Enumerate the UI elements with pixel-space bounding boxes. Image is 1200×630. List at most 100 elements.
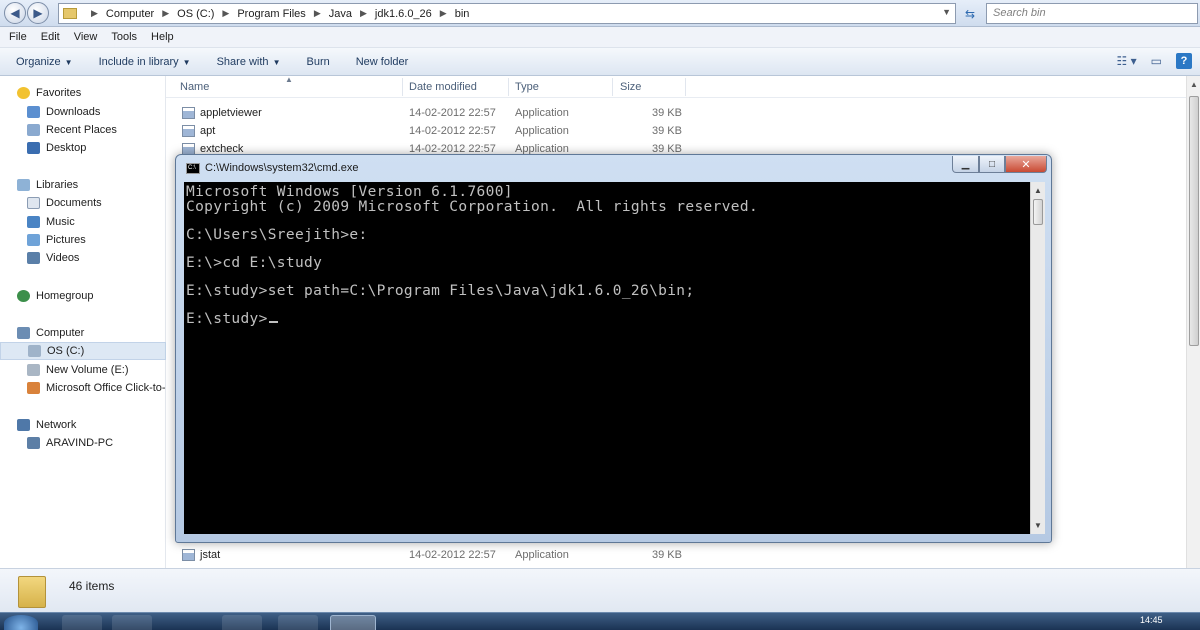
close-button[interactable]: ✕ (1005, 156, 1047, 173)
console-line: E:\study>set path=C:\Program Files\Java\… (186, 283, 695, 299)
nav-new-volume[interactable]: New Volume (E:) (0, 361, 166, 379)
column-size[interactable]: Size (620, 81, 641, 93)
videos-icon (27, 252, 40, 264)
recent-places-icon (27, 124, 40, 136)
breadcrumb-computer[interactable]: Computer (106, 8, 154, 20)
application-icon (182, 549, 195, 561)
breadcrumb-bin[interactable]: bin (455, 8, 470, 20)
file-row[interactable]: apt 14-02-2012 22:57 Application 39 KB (180, 122, 1180, 140)
column-name[interactable]: Name (180, 81, 209, 93)
burn-button[interactable]: Burn (306, 56, 329, 68)
new-folder-button[interactable]: New folder (356, 56, 409, 68)
console-line: Copyright (c) 2009 Microsoft Corporation… (186, 199, 759, 215)
ie-taskbar-icon[interactable] (62, 615, 102, 630)
breadcrumb-program-files[interactable]: Program Files (237, 8, 305, 20)
nav-favorites[interactable]: Favorites (0, 84, 166, 102)
refresh-button[interactable]: ⇆ (960, 4, 980, 23)
scrollbar-thumb[interactable] (1189, 96, 1199, 346)
nav-recent-places[interactable]: Recent Places (0, 121, 166, 139)
explorer-taskbar-icon[interactable] (112, 615, 152, 630)
chevron-right-icon: ▶ (91, 8, 98, 18)
nav-music[interactable]: Music (0, 213, 166, 231)
chevron-down-icon: ▼ (272, 57, 281, 67)
file-row[interactable]: appletviewer 14-02-2012 22:57 Applicatio… (180, 104, 1180, 122)
app-taskbar-icon[interactable] (278, 615, 318, 630)
view-options-icon[interactable]: ☷ ▾ (1117, 54, 1137, 68)
breadcrumb[interactable]: ▶ Computer ▶ OS (C:) ▶ Program Files ▶ J… (58, 3, 956, 24)
cmd-titlebar[interactable]: C:\ C:\Windows\system32\cmd.exe ▁ □ ✕ (176, 155, 1051, 179)
scrollbar-thumb[interactable] (1033, 199, 1043, 225)
breadcrumb-java[interactable]: Java (329, 8, 352, 20)
preview-pane-icon[interactable]: ▭ (1151, 54, 1162, 68)
column-headers: ▲ Name Date modified Type Size (166, 75, 1186, 98)
chevron-right-icon: ▶ (313, 8, 321, 18)
nav-videos[interactable]: Videos (0, 249, 166, 267)
homegroup-icon (17, 290, 30, 302)
nav-desktop[interactable]: Desktop (0, 139, 166, 157)
menu-edit[interactable]: Edit (41, 31, 60, 43)
close-icon: ✕ (1021, 158, 1031, 171)
music-icon (27, 216, 40, 228)
text-cursor (268, 321, 278, 323)
nav-pictures[interactable]: Pictures (0, 231, 166, 249)
nav-homegroup[interactable]: Homegroup (0, 287, 166, 305)
maximize-icon: □ (988, 158, 996, 170)
menu-file[interactable]: File (9, 31, 27, 43)
console-prompt[interactable]: E:\study> (186, 311, 278, 327)
menu-tools[interactable]: Tools (111, 31, 137, 43)
nav-ms-office[interactable]: Microsoft Office Click-to- (0, 379, 166, 397)
maximize-button[interactable]: □ (979, 156, 1005, 173)
libraries-icon (17, 179, 30, 191)
firefox-taskbar-icon[interactable] (222, 615, 262, 630)
chevron-down-icon[interactable]: ▼ (942, 7, 951, 17)
cmd-window: C:\ C:\Windows\system32\cmd.exe ▁ □ ✕ Mi… (175, 154, 1052, 543)
chevron-right-icon: ▶ (162, 8, 170, 18)
menu-help[interactable]: Help (151, 31, 174, 43)
back-button[interactable]: ◀ (4, 2, 26, 24)
star-icon (17, 87, 30, 99)
folder-icon (18, 576, 46, 608)
help-icon[interactable]: ? (1176, 53, 1192, 69)
menu-bar: File Edit View Tools Help (0, 27, 1200, 48)
command-bar: Organize ▼ Include in library ▼ Share with… (0, 48, 1200, 76)
downloads-icon (27, 106, 40, 118)
forward-button[interactable]: ▶ (27, 2, 49, 24)
search-input[interactable]: Search bin (986, 3, 1198, 24)
nav-downloads[interactable]: Downloads (0, 103, 166, 121)
file-list-scrollbar[interactable]: ▲ (1186, 76, 1200, 568)
scroll-down-icon[interactable]: ▼ (1034, 521, 1042, 530)
cmd-taskbar-icon[interactable] (330, 615, 376, 630)
nav-os-c[interactable]: OS (C:) (0, 342, 166, 360)
drive-icon (28, 345, 41, 357)
nav-libraries[interactable]: Libraries (0, 176, 166, 194)
cmd-title: C:\Windows\system32\cmd.exe (205, 162, 359, 174)
scroll-up-icon[interactable]: ▲ (1190, 80, 1198, 89)
application-icon (182, 125, 195, 137)
menu-view[interactable]: View (74, 31, 98, 43)
file-row[interactable]: jstat 14-02-2012 22:57 Application 39 KB (180, 546, 1180, 564)
chevron-right-icon: ▶ (439, 8, 447, 18)
breadcrumb-os-c[interactable]: OS (C:) (177, 8, 214, 20)
include-in-library-button[interactable]: Include in library ▼ (99, 56, 191, 68)
nav-computer[interactable]: Computer (0, 324, 166, 342)
organize-button[interactable]: Organize ▼ (16, 56, 73, 68)
taskbar-clock: 14:45 (1140, 615, 1163, 625)
breadcrumb-jdk[interactable]: jdk1.6.0_26 (375, 8, 432, 20)
nav-documents[interactable]: Documents (0, 194, 166, 212)
nav-aravind-pc[interactable]: ARAVIND-PC (0, 434, 166, 452)
console-output[interactable]: Microsoft Windows [Version 6.1.7600] Cop… (184, 182, 1030, 534)
console-line: Microsoft Windows [Version 6.1.7600] (186, 184, 513, 200)
column-date-modified[interactable]: Date modified (409, 81, 477, 93)
scroll-up-icon[interactable]: ▲ (1034, 186, 1042, 195)
share-with-button[interactable]: Share with ▼ (217, 56, 281, 68)
start-button[interactable] (4, 615, 38, 630)
folder-icon (63, 8, 77, 19)
minimize-button[interactable]: ▁ (952, 156, 979, 173)
nav-network[interactable]: Network (0, 416, 166, 434)
item-count: 46 items (69, 579, 115, 593)
column-type[interactable]: Type (515, 81, 539, 93)
details-pane: 46 items (0, 568, 1200, 612)
address-bar: ◀ ▶ ▶ Computer ▶ OS (C:) ▶ Program Files… (0, 0, 1200, 27)
console-scrollbar[interactable]: ▲ ▼ (1030, 182, 1045, 534)
drive-icon (27, 364, 40, 376)
